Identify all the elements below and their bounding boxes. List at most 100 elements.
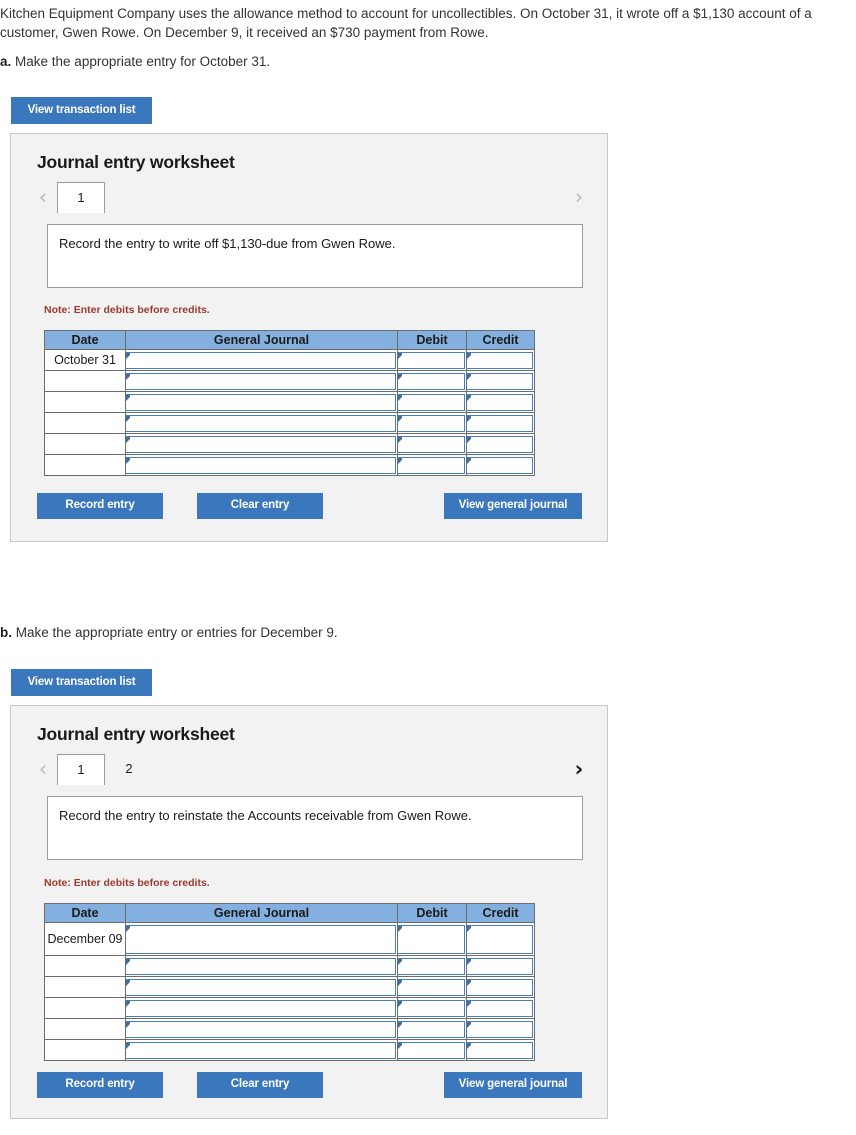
cell-marker-icon	[126, 1042, 130, 1049]
date-cell-a-2[interactable]	[44, 391, 126, 413]
date-cell-b-4[interactable]	[44, 1018, 126, 1040]
entry-description-text-a: Record the entry to write off $1,130-due…	[59, 236, 396, 251]
cell-marker-icon	[467, 1000, 471, 1007]
cell-marker-icon	[126, 1000, 130, 1007]
journal-table-header-row-a: Date General Journal Debit Credit	[44, 330, 535, 350]
debit-input-b-5[interactable]	[397, 1039, 467, 1061]
credit-input-b-5[interactable]	[466, 1039, 535, 1061]
general-journal-input-a-1[interactable]	[125, 370, 398, 392]
debit-input-b-2[interactable]	[397, 976, 467, 998]
next-entry-chevron-right-icon-b[interactable]: ›	[569, 757, 589, 781]
date-cell-b-2[interactable]	[44, 976, 126, 998]
problem-statement: Kitchen Equipment Company uses the allow…	[0, 6, 812, 40]
cell-marker-icon	[126, 415, 130, 422]
debit-input-a-0[interactable]	[397, 349, 467, 371]
table-row: December 09	[44, 922, 535, 956]
cell-marker-icon	[126, 1021, 130, 1028]
table-row	[44, 997, 535, 1019]
general-journal-input-a-4[interactable]	[125, 433, 398, 455]
table-row: October 31	[44, 349, 535, 371]
view-general-journal-button-b[interactable]: View general journal	[444, 1072, 582, 1098]
cell-marker-icon	[467, 457, 471, 464]
general-journal-input-b-0[interactable]	[125, 922, 398, 956]
credit-input-b-3[interactable]	[466, 997, 535, 1019]
date-cell-a-4[interactable]	[44, 433, 126, 455]
date-cell-b-0[interactable]: December 09	[44, 922, 126, 956]
entry-description-box-b: Record the entry to reinstate the Accoun…	[47, 796, 583, 860]
cell-marker-icon	[126, 979, 130, 986]
worksheet-tab-2-b[interactable]: 2	[105, 754, 153, 785]
debit-input-a-4[interactable]	[397, 433, 467, 455]
clear-entry-button-a[interactable]: Clear entry	[197, 493, 323, 519]
general-journal-input-a-0[interactable]	[125, 349, 398, 371]
credit-input-b-2[interactable]	[466, 976, 535, 998]
cell-marker-icon	[398, 979, 402, 986]
clear-entry-button-b[interactable]: Clear entry	[197, 1072, 323, 1098]
credit-input-a-0[interactable]	[466, 349, 535, 371]
cell-marker-icon	[398, 1042, 402, 1049]
worksheet-tab-2-label-b: 2	[125, 761, 133, 776]
worksheet-actions-b: Record entry Clear entry View general jo…	[11, 1072, 609, 1098]
table-row	[44, 1039, 535, 1061]
table-row	[44, 1018, 535, 1040]
prev-entry-chevron-left-icon-a[interactable]: ‹	[33, 185, 53, 209]
part-b-label: b.	[0, 625, 12, 640]
general-journal-input-a-5[interactable]	[125, 454, 398, 476]
date-cell-a-1[interactable]	[44, 370, 126, 392]
cell-marker-icon	[398, 415, 402, 422]
debit-input-b-3[interactable]	[397, 997, 467, 1019]
worksheet-tab-1-a[interactable]: 1	[57, 182, 105, 213]
debit-input-a-5[interactable]	[397, 454, 467, 476]
prev-entry-chevron-left-icon-b[interactable]: ‹	[33, 757, 53, 781]
record-entry-button-b[interactable]: Record entry	[37, 1072, 163, 1098]
credit-input-a-4[interactable]	[466, 433, 535, 455]
cell-marker-icon	[398, 436, 402, 443]
credit-input-b-4[interactable]	[466, 1018, 535, 1040]
credit-input-a-2[interactable]	[466, 391, 535, 413]
date-cell-a-0[interactable]: October 31	[44, 349, 126, 371]
worksheet-tab-1-label-a: 1	[77, 190, 85, 205]
record-entry-button-a[interactable]: Record entry	[37, 493, 163, 519]
cell-marker-icon	[467, 1042, 471, 1049]
cell-marker-icon	[467, 979, 471, 986]
general-journal-input-a-3[interactable]	[125, 412, 398, 434]
debit-input-a-1[interactable]	[397, 370, 467, 392]
worksheet-tabstrip-b: ‹ 1 2 ›	[33, 754, 589, 785]
general-journal-input-b-1[interactable]	[125, 955, 398, 977]
cell-marker-icon	[467, 352, 471, 359]
column-header-debit-a: Debit	[397, 330, 467, 350]
date-cell-b-1[interactable]	[44, 955, 126, 977]
worksheet-tab-1-b[interactable]: 1	[57, 754, 105, 785]
column-header-credit-a: Credit	[466, 330, 535, 350]
cell-marker-icon	[398, 925, 402, 932]
view-general-journal-button-a[interactable]: View general journal	[444, 493, 582, 519]
debit-input-b-4[interactable]	[397, 1018, 467, 1040]
date-cell-b-3[interactable]	[44, 997, 126, 1019]
exercise-page: Kitchen Equipment Company uses the allow…	[0, 0, 856, 1135]
part-a-prompt-text: Make the appropriate entry for October 3…	[15, 54, 271, 69]
next-entry-chevron-right-icon-a[interactable]: ›	[569, 185, 589, 209]
date-cell-b-5[interactable]	[44, 1039, 126, 1061]
date-cell-a-3[interactable]	[44, 412, 126, 434]
view-transaction-list-button-b[interactable]: View transaction list	[11, 669, 152, 696]
debit-input-a-2[interactable]	[397, 391, 467, 413]
cell-marker-icon	[398, 394, 402, 401]
part-a-prompt: a. Make the appropriate entry for Octobe…	[0, 52, 270, 71]
general-journal-input-b-5[interactable]	[125, 1039, 398, 1061]
credit-input-a-3[interactable]	[466, 412, 535, 434]
general-journal-input-b-4[interactable]	[125, 1018, 398, 1040]
view-transaction-list-button-a[interactable]: View transaction list	[11, 97, 152, 124]
cell-marker-icon	[126, 436, 130, 443]
general-journal-input-b-2[interactable]	[125, 976, 398, 998]
debits-before-credits-note-a: Note: Enter debits before credits.	[44, 304, 210, 316]
date-cell-a-5[interactable]	[44, 454, 126, 476]
general-journal-input-a-2[interactable]	[125, 391, 398, 413]
debit-input-a-3[interactable]	[397, 412, 467, 434]
credit-input-a-1[interactable]	[466, 370, 535, 392]
debit-input-b-0[interactable]	[397, 922, 467, 956]
credit-input-b-1[interactable]	[466, 955, 535, 977]
debit-input-b-1[interactable]	[397, 955, 467, 977]
credit-input-b-0[interactable]	[466, 922, 535, 956]
credit-input-a-5[interactable]	[466, 454, 535, 476]
general-journal-input-b-3[interactable]	[125, 997, 398, 1019]
